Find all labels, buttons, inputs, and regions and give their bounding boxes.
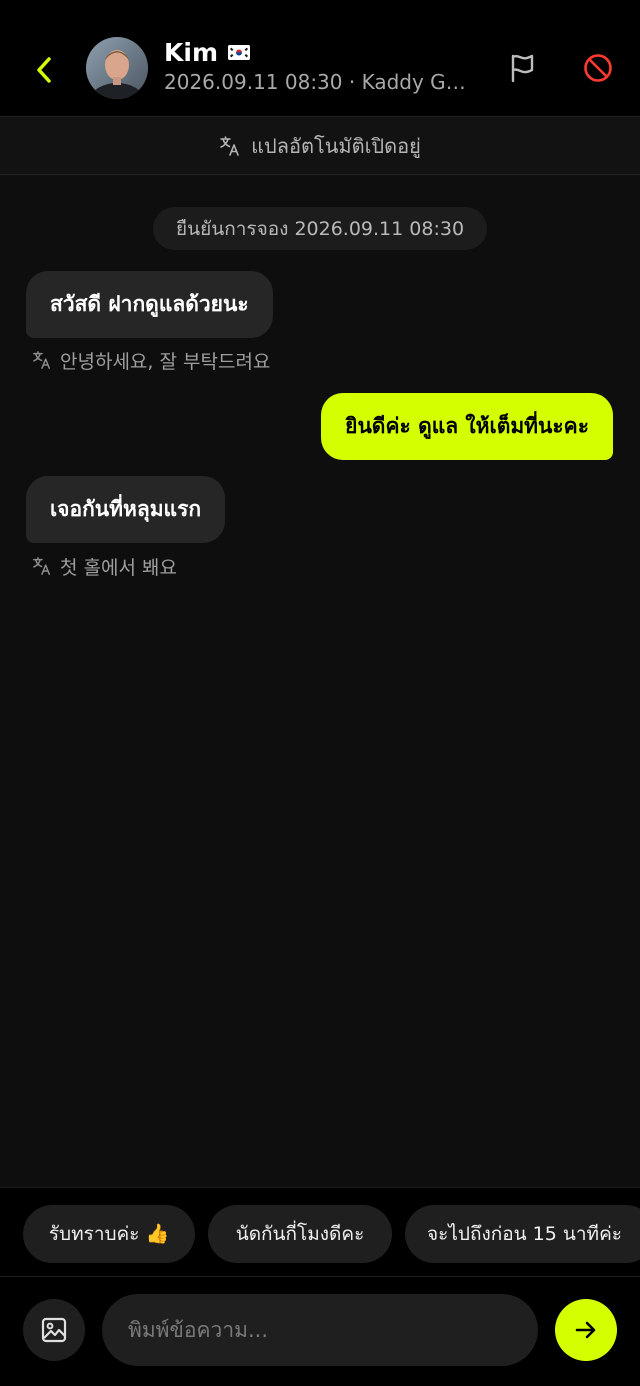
- attach-image-button[interactable]: [23, 1299, 85, 1361]
- incoming-message-bubble[interactable]: เจอกันที่หลุมแรก: [26, 476, 226, 543]
- translation-text: 안녕하세요, 잘 부탁드려요: [60, 350, 271, 373]
- flag-icon: [511, 54, 534, 83]
- chat-screen: Kim 2026.09.11 08:30 · Kaddy Golf ... แป…: [0, 0, 640, 1386]
- translate-icon: [33, 557, 50, 575]
- booking-date-pill: ยืนยันการจอง 2026.09.11 08:30: [153, 207, 487, 250]
- chat-header: Kim 2026.09.11 08:30 · Kaddy Golf ...: [0, 0, 640, 117]
- quick-reply-chip[interactable]: นัดกันกี่โมงดีคะ: [208, 1205, 392, 1263]
- message-input[interactable]: [102, 1294, 538, 1366]
- booking-subtitle: 2026.09.11 08:30 · Kaddy Golf ...: [164, 70, 476, 94]
- quick-replies-bar: รับทราบค่ะ 👍 นัดกันกี่โมงดีคะ จะไปถึงก่อ…: [0, 1187, 640, 1277]
- contact-name: Kim: [164, 37, 218, 67]
- back-button[interactable]: [22, 48, 66, 92]
- message-text: ยินดีค่ะ ดูแล ให้เต็มที่นะคะ: [345, 414, 589, 438]
- message-text: เจอกันที่หลุมแรก: [50, 497, 202, 521]
- image-icon: [41, 1317, 67, 1343]
- contact-name-row: Kim: [164, 36, 250, 68]
- translation-text: 첫 홀에서 봬요: [60, 556, 177, 579]
- avatar[interactable]: [86, 37, 148, 99]
- quick-reply-chip[interactable]: จะไปถึงก่อน 15 นาทีค่ะ: [405, 1205, 640, 1263]
- block-icon: [584, 54, 612, 82]
- avatar-image: [86, 37, 148, 99]
- message-translation: 첫 홀에서 봬요: [32, 552, 177, 580]
- message-translation: 안녕하세요, 잘 부탁드려요: [32, 346, 270, 374]
- translate-icon: [220, 135, 239, 156]
- send-button[interactable]: [555, 1299, 617, 1361]
- message-composer: [0, 1277, 640, 1386]
- incoming-message-bubble[interactable]: สวัสดี ฝากดูแลด้วยนะ: [26, 271, 273, 338]
- kr-flag-icon: [228, 44, 250, 60]
- message-text: สวัสดี ฝากดูแลด้วยนะ: [50, 292, 249, 316]
- arrow-right-icon: [575, 1321, 596, 1339]
- report-button[interactable]: [500, 46, 544, 90]
- auto-translate-text: แปลอัตโนมัติเปิดอยู่: [251, 133, 421, 158]
- auto-translate-banner: แปลอัตโนมัติเปิดอยู่: [0, 117, 640, 175]
- quick-reply-chip[interactable]: รับทราบค่ะ 👍: [23, 1205, 195, 1263]
- translate-icon: [33, 351, 50, 369]
- chevron-left-icon: [37, 57, 51, 83]
- block-button[interactable]: [576, 46, 620, 90]
- outgoing-message-bubble[interactable]: ยินดีค่ะ ดูแล ให้เต็มที่นะคะ: [321, 393, 613, 460]
